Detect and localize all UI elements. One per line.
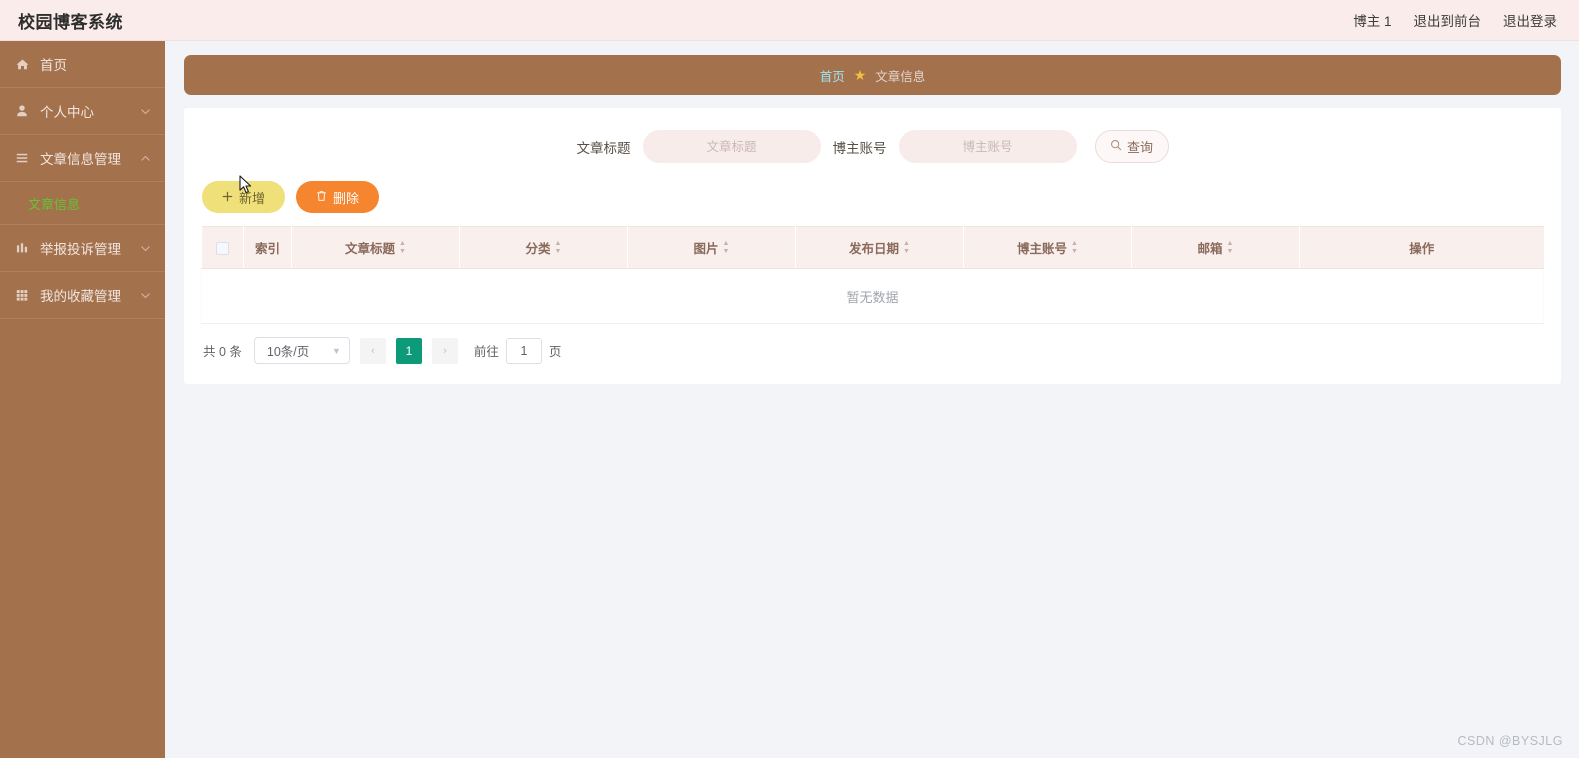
table-col-article-title-label: 文章标题: [345, 242, 396, 256]
chevron-down-icon: [139, 242, 151, 254]
sidebar-item-report-management[interactable]: 举报投诉管理: [0, 225, 165, 272]
table-col-image-label: 图片: [693, 242, 719, 256]
list-icon: [14, 150, 30, 166]
table-empty-text: 暂无数据: [201, 268, 1544, 324]
grid-icon: [14, 287, 30, 303]
table-empty-row: 暂无数据: [201, 268, 1544, 324]
sort-icon[interactable]: ▲ ▼: [555, 240, 562, 255]
pagination-next-button[interactable]: ›: [431, 337, 458, 364]
breadcrumb-home[interactable]: 首页: [820, 66, 845, 85]
user-icon: [14, 103, 30, 119]
home-icon: [14, 56, 30, 72]
pagination-goto-input[interactable]: [505, 337, 542, 364]
pagination-total: 共 0 条: [203, 345, 242, 359]
breadcrumb-current: 文章信息: [875, 69, 926, 84]
top-header-bar: 校园博客系统 博主 1 退出到前台 退出登录: [0, 0, 1579, 41]
table-col-select-all[interactable]: [201, 226, 244, 269]
table-body: 暂无数据: [201, 268, 1544, 324]
search-form: 文章标题 博主账号 查询: [201, 124, 1544, 167]
sidebar-item-home-label: 首页: [40, 58, 67, 73]
sidebar-item-report-management-label: 举报投诉管理: [40, 242, 121, 257]
table-col-image[interactable]: 图片 ▲ ▼: [627, 226, 796, 269]
submenu-article-management: 文章信息: [0, 182, 165, 225]
delete-button[interactable]: 删除: [296, 181, 380, 213]
table-col-category-label: 分类: [525, 242, 551, 256]
watermark: CSDN @BYSJLG: [1457, 734, 1563, 748]
pagination-page-unit: 页: [548, 345, 562, 359]
chart-icon: [14, 240, 30, 256]
table-col-index: 索引: [243, 226, 292, 269]
table-header-row: 索引 文章标题 ▲ ▼ 分类 ▲ ▼ 图片 ▲ ▼ 发布日期 ▲ ▼ 博主账号 …: [201, 226, 1544, 269]
add-button-label: 新增: [239, 190, 266, 206]
sort-icon[interactable]: ▲ ▼: [903, 240, 910, 255]
table-col-operation-label: 操作: [1409, 242, 1435, 256]
app-title: 校园博客系统: [18, 12, 123, 32]
header-user-name[interactable]: 博主 1: [1353, 10, 1391, 30]
pagination: 共 0 条 10条/页 ▼ ‹ 1 › 前往 页: [201, 324, 1544, 370]
sort-icon[interactable]: ▲ ▼: [399, 240, 406, 255]
star-icon: ★: [853, 67, 867, 83]
sidebar-item-personal-center[interactable]: 个人中心: [0, 88, 165, 135]
query-button-label: 查询: [1126, 140, 1153, 155]
sidebar-item-article-management[interactable]: 文章信息管理: [0, 135, 165, 182]
table-toolbar: 新增 删除: [201, 167, 1544, 226]
app-root: 校园博客系统 博主 1 退出到前台 退出登录 首页 个人中心 文章信息管理 文章…: [0, 0, 1579, 758]
search-account-input[interactable]: [898, 130, 1077, 163]
chevron-down-icon: ▼: [331, 345, 341, 356]
delete-button-label: 删除: [333, 190, 360, 206]
header-actions: 博主 1 退出到前台 退出登录: [1353, 10, 1557, 30]
trash-icon: [316, 190, 327, 205]
table-header: 索引 文章标题 ▲ ▼ 分类 ▲ ▼ 图片 ▲ ▼ 发布日期 ▲ ▼ 博主账号 …: [201, 226, 1544, 269]
header-exit-to-front[interactable]: 退出到前台: [1414, 10, 1482, 30]
pagination-goto-label: 前往: [473, 345, 499, 359]
sidebar-item-favorites-management-label: 我的收藏管理: [40, 289, 121, 304]
plus-icon: [222, 190, 233, 205]
sort-icon[interactable]: ▲ ▼: [723, 240, 730, 255]
select-all-checkbox[interactable]: [215, 241, 229, 255]
table-col-publish-date[interactable]: 发布日期 ▲ ▼: [795, 226, 964, 269]
sidebar-nav: 首页 个人中心 文章信息管理 文章信息 举报投诉管理 我的收藏管理: [0, 41, 165, 758]
table-col-email[interactable]: 邮箱 ▲ ▼: [1131, 226, 1300, 269]
chevron-down-icon: [139, 289, 151, 301]
table-col-operation: 操作: [1299, 226, 1544, 269]
chevron-up-icon: [139, 152, 151, 164]
table-col-index-label: 索引: [254, 242, 280, 256]
sidebar-item-article-info-label: 文章信息: [28, 196, 81, 212]
main-content: 首页 ★ 文章信息 文章标题 博主账号 查询: [165, 41, 1579, 758]
query-button[interactable]: 查询: [1094, 130, 1169, 163]
chevron-down-icon: [139, 105, 151, 117]
sidebar-item-article-management-label: 文章信息管理: [40, 152, 121, 167]
table-col-blogger-account[interactable]: 博主账号 ▲ ▼: [963, 226, 1132, 269]
sidebar-item-article-info[interactable]: 文章信息: [0, 182, 165, 225]
search-title-input[interactable]: [642, 130, 821, 163]
header-logout[interactable]: 退出登录: [1503, 10, 1557, 30]
article-table: 索引 文章标题 ▲ ▼ 分类 ▲ ▼ 图片 ▲ ▼ 发布日期 ▲ ▼ 博主账号 …: [201, 226, 1544, 324]
page-size-value: 10条/页: [266, 345, 310, 359]
search-icon: [1110, 139, 1122, 154]
add-button[interactable]: 新增: [202, 181, 286, 213]
breadcrumb: 首页 ★ 文章信息: [184, 55, 1561, 95]
pagination-prev-button[interactable]: ‹: [359, 337, 386, 364]
sidebar-item-favorites-management[interactable]: 我的收藏管理: [0, 272, 165, 319]
sidebar-item-personal-center-label: 个人中心: [40, 105, 94, 120]
sort-icon[interactable]: ▲ ▼: [1071, 240, 1078, 255]
page-size-select[interactable]: 10条/页 ▼: [253, 337, 350, 364]
sidebar-item-home[interactable]: 首页: [0, 41, 165, 88]
table-col-article-title[interactable]: 文章标题 ▲ ▼: [291, 226, 460, 269]
pagination-page-1[interactable]: 1: [395, 337, 422, 364]
sort-icon[interactable]: ▲ ▼: [1227, 240, 1234, 255]
table-col-category[interactable]: 分类 ▲ ▼: [459, 226, 628, 269]
table-col-publish-date-label: 发布日期: [849, 242, 900, 256]
search-title-label: 文章标题: [576, 140, 631, 156]
table-col-email-label: 邮箱: [1197, 242, 1223, 256]
table-col-blogger-account-label: 博主账号: [1017, 242, 1068, 256]
pagination-jumper: 前往 页: [473, 337, 562, 364]
search-account-label: 博主账号: [832, 140, 887, 156]
content-card: 文章标题 博主账号 查询: [184, 108, 1561, 384]
